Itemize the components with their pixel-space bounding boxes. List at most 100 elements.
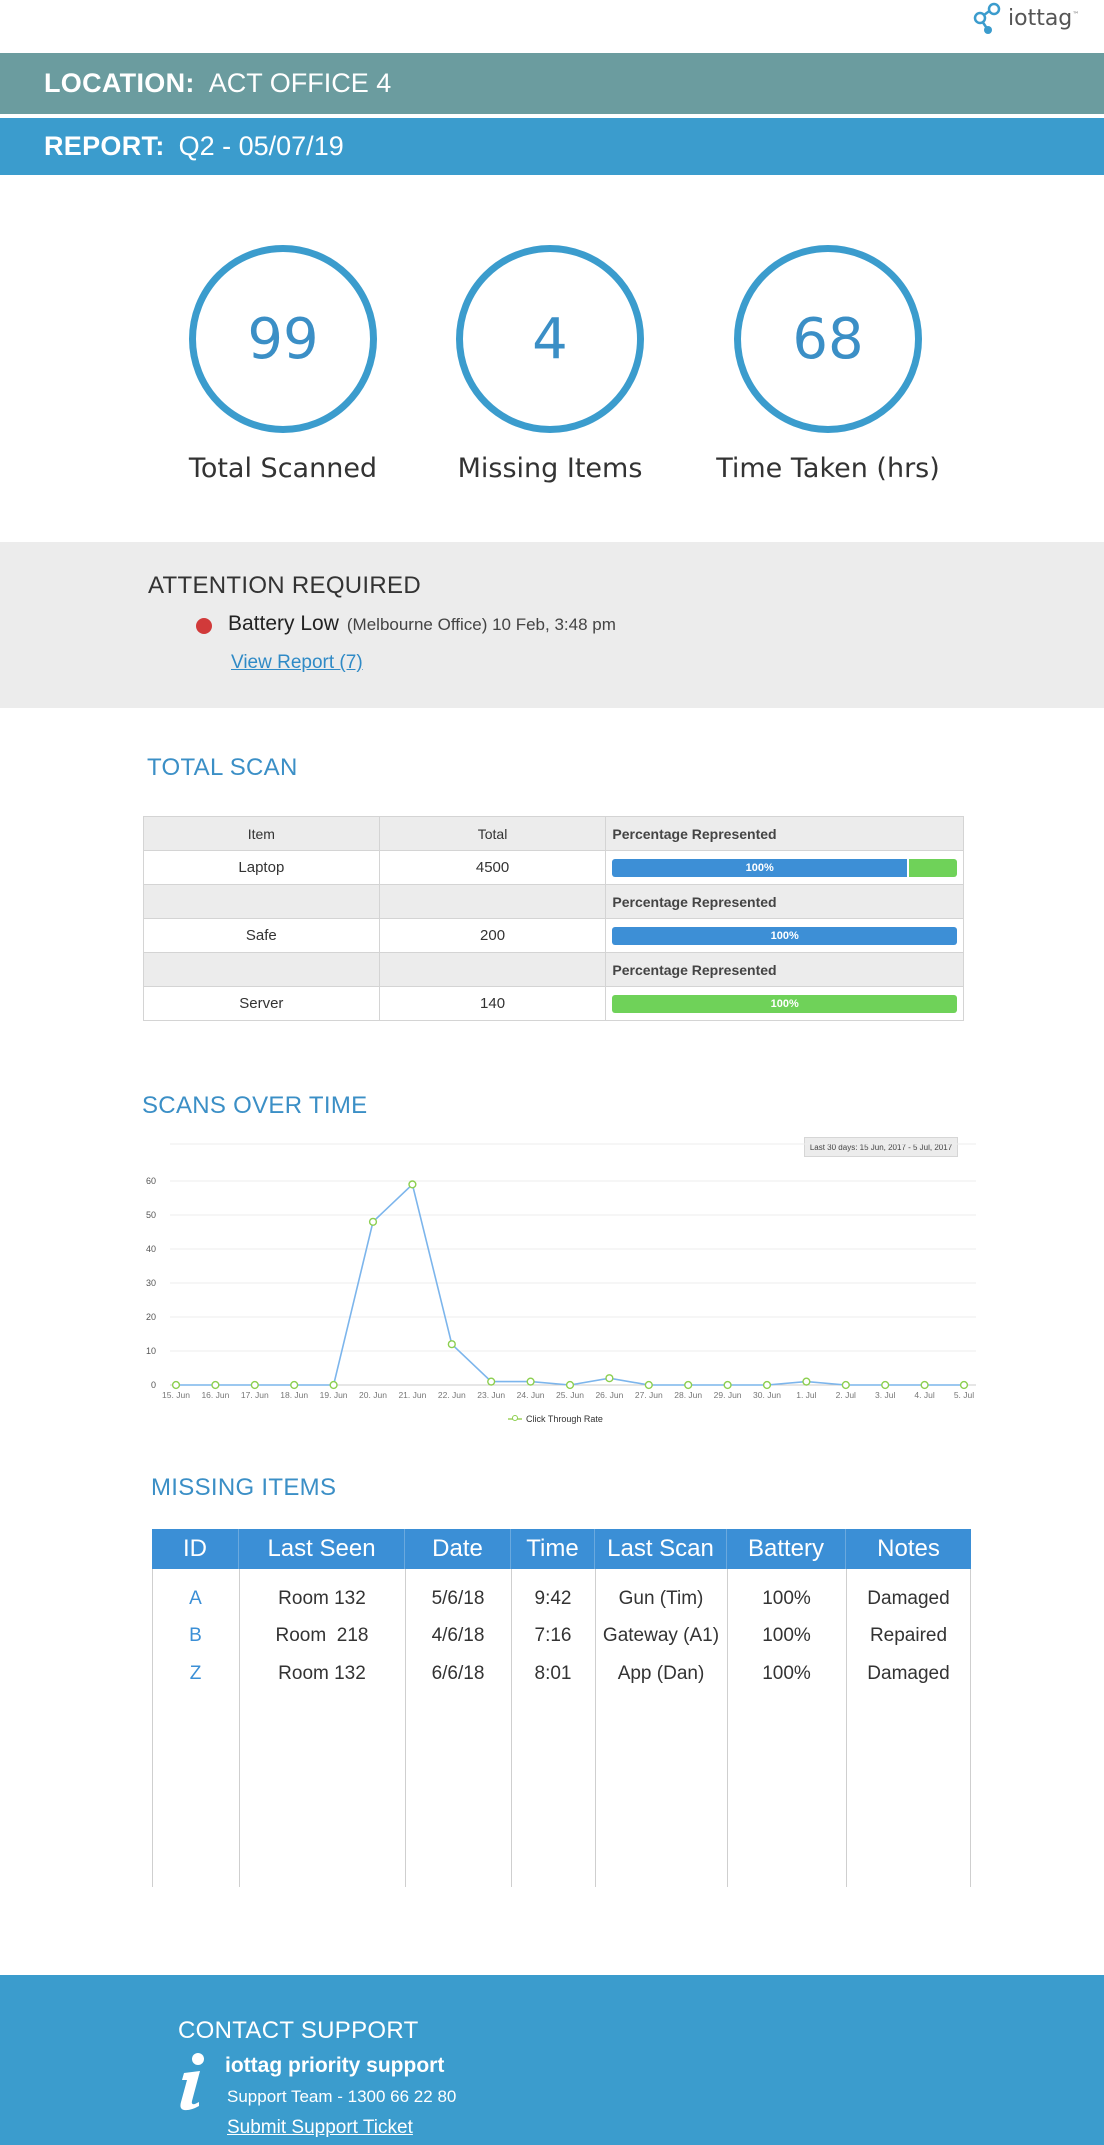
column-header: Battery [727,1529,846,1569]
x-tick-label: 26. Jun [595,1390,623,1400]
y-tick-label: 30 [146,1278,156,1288]
x-tick-label: 22. Jun [438,1390,466,1400]
column-header: Percentage Represented [605,884,964,919]
missing-items-title: MISSING ITEMS [151,1474,337,1501]
data-point [841,1380,850,1390]
date-cell: 4/6/18 [431,1625,485,1646]
column-header: Percentage Represented [605,952,964,987]
last-scan-cell: Gateway (A1) [602,1625,720,1646]
table-subheader-row: Percentage Represented [143,884,964,919]
total-cell: 140 [378,986,607,1021]
y-tick-label: 20 [146,1312,156,1322]
last-scan-cell: App (Dan) [617,1663,705,1684]
column-header: Notes [877,1535,940,1562]
x-tick-label: 17. Jun [241,1390,269,1400]
y-tick-label: 0 [151,1380,156,1390]
data-point [959,1380,969,1390]
data-point [487,1377,496,1386]
attention-item: Battery Low (Melbourne Office) 10 Feb, 3:… [228,612,616,636]
data-point [723,1380,732,1390]
battery-cell: 100% [762,1588,811,1609]
last-seen-cell: Room 132 [278,1663,366,1684]
table-subheader-row: Percentage Represented [143,952,964,987]
stat-time-taken: 68 Time Taken (hrs) [708,245,948,484]
date-cell: 5/6/18 [431,1588,485,1609]
submit-ticket-link[interactable]: Submit Support Ticket [227,2117,413,2139]
id-cell: B [189,1625,202,1646]
id-cell: A [189,1588,202,1609]
series-line [176,1182,964,1386]
table-row: Server 140 100% [143,986,964,1021]
missing-items-header: ID Last Seen Date Time Last Scan Battery… [152,1529,971,1569]
attention-item-meta: (Melbourne Office) 10 Feb, 3:48 pm [346,615,616,634]
total-scan-title: TOTAL SCAN [147,754,298,781]
attention-panel: ATTENTION REQUIRED Battery Low (Melbourne… [0,542,1104,708]
bar-segment-green: 100% [612,994,957,1013]
report-bar: REPORT: Q2 - 05/07/19 [0,118,1104,175]
bar-segment-blue: 100% [612,926,957,945]
stat-label: Total Scanned [188,453,378,484]
table-row: Safe 200 100% [143,918,964,953]
notes-cell: Damaged [867,1663,950,1684]
report-label: REPORT: [44,131,165,161]
bar-segment-blue: 100% [612,858,908,877]
bar-segment-green [909,858,957,877]
table-row[interactable]: Z Room 132 6/6/18 8:01 App (Dan) 100% Da… [152,1656,971,1692]
x-tick-label: 5. Jul [954,1390,974,1400]
x-tick-label: 2. Jul [836,1390,856,1400]
column-header: Date [405,1529,511,1569]
time-cell: 9:42 [534,1588,572,1609]
column-header: ID [152,1529,239,1569]
total-cell: 4500 [378,850,607,885]
percentage-cell: 100% [605,918,964,953]
battery-cell: 100% [762,1663,811,1684]
support-phone: Support Team - 1300 66 22 80 [227,2087,457,2106]
stat-label: Missing Items [457,453,643,484]
data-point [802,1377,811,1386]
data-point [644,1380,653,1390]
y-tick-label: 60 [146,1176,156,1186]
scans-line-chart: 0 10 20 30 40 50 60 15. Jun 16. Jun 17. Jun 18. Ju… [100,1040,980,1460]
x-tick-label: 27. Jun [635,1390,663,1400]
column-header: Time [511,1529,595,1569]
iottag-logo-icon [973,2,1001,34]
data-point [211,1380,220,1390]
data-point [250,1380,259,1390]
data-point [408,1180,417,1189]
column-header: Item [143,816,380,851]
stat-value: 68 [734,245,922,433]
last-scan-cell: Gun (Tim) [618,1588,704,1609]
percentage-bar: 100% [612,926,957,945]
table-row: Laptop 4500 100% [143,850,964,885]
data-point [329,1380,338,1390]
table-row[interactable]: A Room 132 5/6/18 9:42 Gun (Tim) 100% Da… [152,1581,971,1617]
data-point [684,1380,693,1390]
table-header-row: Item Total Percentage Represented [143,816,964,851]
stat-value: 4 [456,245,644,433]
x-tick-label: 1. Jul [796,1390,816,1400]
footer-title: CONTACT SUPPORT [178,2017,419,2044]
percentage-bar: 100% [612,858,957,877]
x-tick-label: 16. Jun [201,1390,229,1400]
view-report-link[interactable]: View Report (7) [231,652,363,674]
percentage-cell: 100% [605,850,964,885]
percentage-bar: 100% [612,994,957,1013]
column-header: Percentage Represented [605,816,964,851]
x-tick-label: 28. Jun [674,1390,702,1400]
x-tick-label: 20. Jun [359,1390,387,1400]
location-label: LOCATION: [44,68,195,98]
chart-legend[interactable]: Click Through Rate [508,1414,603,1424]
y-tick-label: 10 [146,1346,156,1356]
percentage-cell: 100% [605,986,964,1021]
location-value: ACT OFFICE 4 [208,68,392,98]
date-cell: 6/6/18 [431,1663,485,1684]
time-cell: 8:01 [534,1663,572,1684]
x-tick-label: 18. Jun [280,1390,308,1400]
data-point [290,1380,299,1390]
table-row[interactable]: B Room 218 4/6/18 7:16 Gateway (A1) 100%… [152,1618,971,1654]
legend-marker-icon [508,1415,522,1421]
data-point [171,1380,181,1390]
notes-cell: Repaired [869,1625,948,1646]
x-tick-label: 3. Jul [875,1390,895,1400]
item-cell: Laptop [143,850,380,885]
